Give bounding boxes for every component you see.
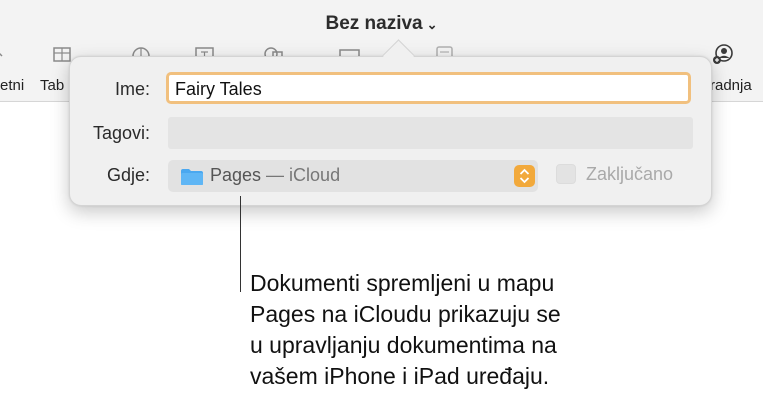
toolbar-label-left-1[interactable]: etni (0, 77, 24, 94)
chevron-up-down-icon[interactable] (514, 165, 535, 187)
document-title: Bez naziva (325, 13, 423, 34)
callout-text: Dokumenti spremljeni u mapu Pages na iCl… (250, 268, 670, 392)
where-folder-name: Pages (210, 165, 262, 185)
popover-arrow-join (376, 57, 420, 69)
toolbar-label-table[interactable]: Tab (40, 77, 64, 94)
where-label: Gdje: (106, 165, 150, 185)
name-field[interactable]: Fairy Tales (166, 72, 691, 104)
name-label: Ime: (114, 79, 150, 99)
callout-leader-line (240, 196, 241, 292)
locked-label: Zaključano (586, 164, 674, 184)
chevron-down-icon: ⌄ (426, 17, 438, 32)
locked-checkbox[interactable] (556, 164, 576, 184)
toolbar-edge-icon (0, 52, 3, 57)
document-title-menu[interactable]: Bez naziva ⌄ (0, 13, 763, 35)
where-location-select[interactable]: Pages — iCloud (168, 160, 538, 192)
tags-label: Tagovi: (92, 123, 150, 143)
callout-line: u upravljanju dokumentima na (250, 332, 557, 358)
callout-line: Dokumenti spremljeni u mapu (250, 270, 555, 296)
tags-field[interactable] (168, 117, 693, 149)
collaborate-icon[interactable] (712, 42, 736, 66)
folder-icon (181, 169, 203, 185)
callout-line: vašem iPhone i iPad uređaju. (250, 363, 550, 389)
toolbar-label-collaborate[interactable]: radnja (710, 77, 752, 94)
where-location-name: — iCloud (261, 165, 341, 185)
name-field-value: Fairy Tales (175, 79, 262, 99)
callout-line: Pages na iCloudu prikazuju se (250, 301, 561, 327)
